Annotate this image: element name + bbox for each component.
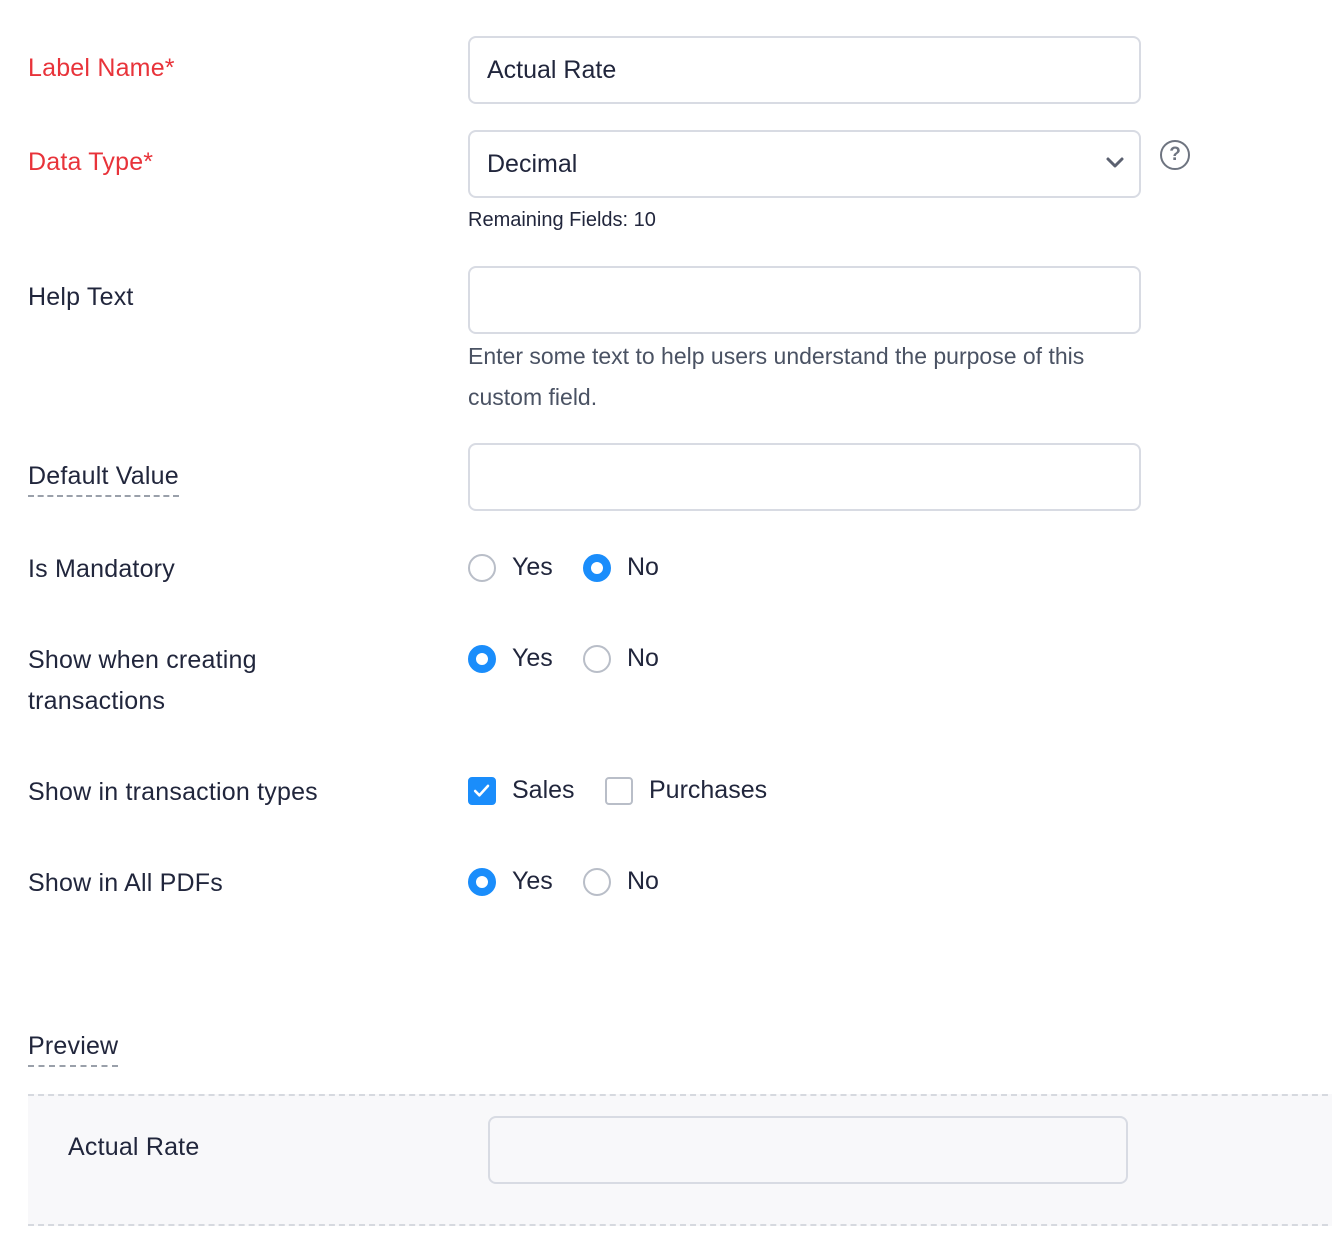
is-mandatory-yes-label[interactable]: Yes bbox=[512, 553, 553, 582]
show-in-pdfs-no-radio[interactable] bbox=[583, 868, 611, 896]
show-when-creating-no-label[interactable]: No bbox=[627, 644, 659, 673]
help-text-input[interactable] bbox=[468, 266, 1141, 334]
preview-field-label: Actual Rate bbox=[68, 1133, 200, 1161]
show-in-pdfs-label: Show in All PDFs bbox=[28, 869, 223, 897]
help-circle-icon[interactable]: ? bbox=[1160, 140, 1190, 170]
default-value-input[interactable] bbox=[468, 443, 1141, 511]
show-when-creating-label-line1: Show when creating bbox=[28, 646, 257, 674]
data-type-select[interactable]: Decimal bbox=[468, 130, 1141, 198]
label-name-input[interactable]: Actual Rate bbox=[468, 36, 1141, 104]
sales-label[interactable]: Sales bbox=[512, 776, 575, 805]
label-name-value: Actual Rate bbox=[487, 55, 617, 84]
show-in-pdfs-yes-radio[interactable] bbox=[468, 868, 496, 896]
is-mandatory-yes-radio[interactable] bbox=[468, 554, 496, 582]
show-in-pdfs-no-label[interactable]: No bbox=[627, 867, 659, 896]
preview-title: Preview bbox=[28, 1032, 119, 1067]
purchases-checkbox[interactable] bbox=[605, 777, 633, 805]
help-text-hint: Enter some text to help users understand… bbox=[468, 343, 1085, 410]
data-type-label: Data Type* bbox=[28, 148, 154, 176]
show-when-creating-label-line2: transactions bbox=[28, 687, 166, 715]
show-when-creating-yes-label[interactable]: Yes bbox=[512, 644, 553, 673]
show-in-types-label: Show in transaction types bbox=[28, 778, 318, 806]
show-when-creating-no-radio[interactable] bbox=[583, 645, 611, 673]
chevron-down-icon bbox=[1106, 157, 1124, 168]
sales-checkbox[interactable] bbox=[468, 777, 496, 805]
is-mandatory-no-radio[interactable] bbox=[583, 554, 611, 582]
show-when-creating-yes-radio[interactable] bbox=[468, 645, 496, 673]
default-value-label: Default Value bbox=[28, 462, 179, 497]
is-mandatory-label: Is Mandatory bbox=[28, 555, 175, 583]
label-name-label: Label Name* bbox=[28, 54, 175, 82]
show-in-pdfs-yes-label[interactable]: Yes bbox=[512, 867, 553, 896]
checkmark-icon bbox=[473, 784, 490, 797]
purchases-label[interactable]: Purchases bbox=[649, 776, 767, 805]
help-text-label: Help Text bbox=[28, 283, 134, 311]
data-type-value: Decimal bbox=[487, 149, 578, 178]
is-mandatory-no-label[interactable]: No bbox=[627, 553, 659, 582]
remaining-fields-text: Remaining Fields: 10 bbox=[468, 209, 656, 231]
preview-field-input[interactable] bbox=[488, 1116, 1128, 1184]
